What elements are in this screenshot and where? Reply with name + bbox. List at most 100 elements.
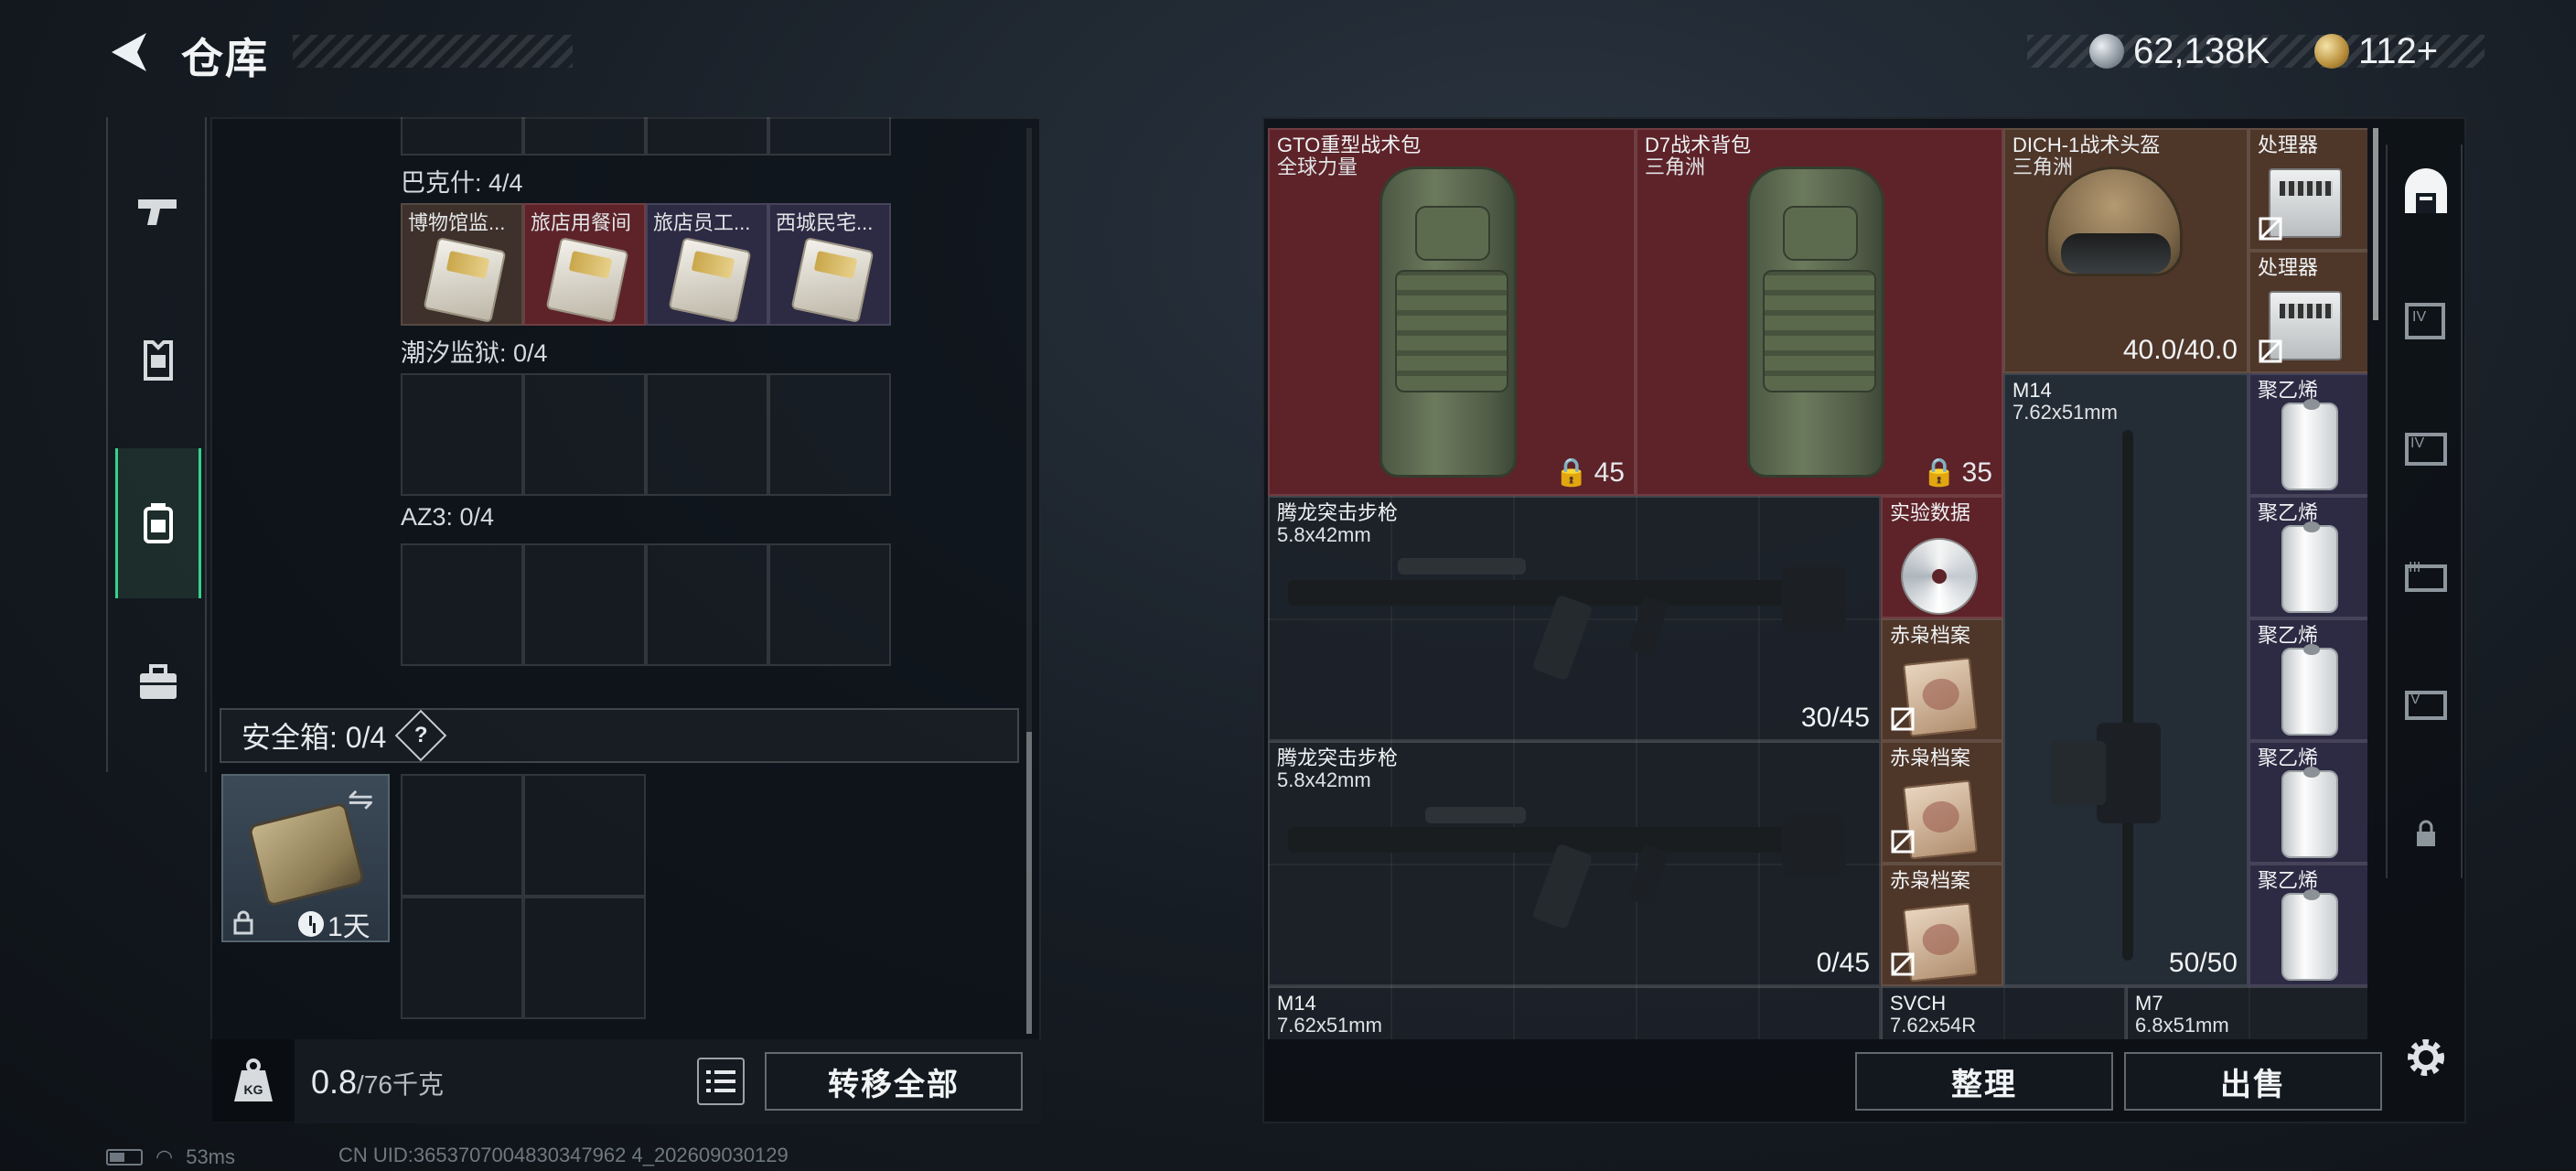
stash-item-m7[interactable]: M7 6.8x51mm	[2126, 986, 2367, 1039]
left-scrollbar-thumb[interactable]	[1026, 732, 1032, 1034]
stash-item-chixiao-file[interactable]: 赤枭档案	[1881, 618, 2003, 741]
stash-item-svch[interactable]: SVCH 7.62x54R	[1881, 986, 2126, 1039]
rail-armor-tab[interactable]	[115, 285, 201, 435]
item-title: GTO重型战术包	[1277, 134, 1422, 156]
rifle-image	[1288, 827, 1800, 853]
rail-case-tab[interactable]	[115, 607, 201, 757]
safe-box-label: 安全箱: 0/4	[242, 721, 387, 754]
key-card-slot[interactable]: 博物馆监...	[401, 203, 523, 326]
stash-item-chixiao-file[interactable]: 赤枭档案	[1881, 864, 2003, 986]
no-trade-icon	[1891, 952, 1915, 976]
help-button[interactable]: ?	[394, 709, 447, 762]
stash-item-polyethylene[interactable]: 聚乙烯	[2249, 741, 2367, 864]
ammo-count: 0/45	[1816, 948, 1870, 978]
transfer-all-button[interactable]: 转移全部	[765, 1052, 1023, 1111]
spool-image	[2281, 644, 2338, 736]
svg-text:III: III	[2409, 560, 2420, 575]
stash-page-3-tab[interactable]: IV	[2397, 419, 2455, 478]
category-rail	[106, 117, 207, 772]
container-label-chaoxi: 潮汐监狱: 0/4	[401, 339, 548, 367]
empty-slot[interactable]	[646, 373, 768, 496]
item-title: 聚乙烯	[2258, 869, 2319, 892]
stash-item-polyethylene[interactable]: 聚乙烯	[2249, 618, 2367, 741]
no-trade-icon	[1891, 707, 1915, 731]
backpack-image	[1747, 167, 1884, 478]
rail-backpack-tab[interactable]	[115, 448, 201, 598]
stash-item-polyethylene[interactable]: 聚乙烯	[2249, 373, 2367, 496]
gear-icon[interactable]	[2400, 1032, 2452, 1083]
empty-slot[interactable]	[523, 543, 646, 666]
item-title: 聚乙烯	[2258, 379, 2319, 402]
currency-premium[interactable]: 112+	[2314, 27, 2438, 75]
container-row-chaoxi	[401, 373, 891, 496]
stash-item-polyethylene[interactable]: 聚乙烯	[2249, 496, 2367, 618]
stash-item-tenglong-rifle[interactable]: 腾龙突击步枪 5.8x42mm 30/45	[1268, 496, 1881, 741]
safe-box-slot[interactable]	[401, 774, 523, 897]
stash-item-processor[interactable]: 处理器	[2249, 251, 2367, 373]
stash-scrollbar[interactable]	[2373, 128, 2378, 320]
safe-box-slot[interactable]	[523, 897, 646, 1019]
stash-item-processor[interactable]: 处理器	[2249, 128, 2367, 251]
item-title: 赤枭档案	[1890, 747, 1971, 769]
stash-item-tenglong-rifle[interactable]: 腾龙突击步枪 5.8x42mm 0/45	[1268, 741, 1881, 986]
item-subtitle: 7.62x51mm	[1277, 1014, 1382, 1037]
rail-weapons-tab[interactable]	[115, 135, 201, 285]
currency-coins[interactable]: 62,138K	[2089, 27, 2270, 75]
stash-item-chixiao-file[interactable]: 赤枭档案	[1881, 741, 2003, 864]
container-row-partial	[401, 117, 891, 156]
lock-icon	[2417, 820, 2435, 846]
stash-item-experiment-data[interactable]: 实验数据	[1881, 496, 2003, 618]
spool-image	[2281, 889, 2338, 981]
container-slot[interactable]	[646, 117, 768, 156]
safe-box-slot[interactable]	[523, 774, 646, 897]
stash-page-1-tab[interactable]: V	[2397, 675, 2455, 734]
empty-slot[interactable]	[401, 543, 523, 666]
wifi-icon: ◠	[156, 1145, 174, 1168]
stash-item-polyethylene[interactable]: 聚乙烯	[2249, 864, 2367, 986]
key-card-slot[interactable]: 西城民宅...	[768, 203, 891, 326]
empty-slot[interactable]	[768, 543, 891, 666]
item-title: 聚乙烯	[2258, 747, 2319, 769]
rifle-part	[2051, 741, 2106, 805]
container-slot[interactable]	[401, 117, 523, 156]
safe-box-header: 安全箱: 0/4 ?	[220, 708, 1019, 763]
safe-box-timer: 1天	[298, 904, 370, 944]
stash-item-helmet[interactable]: DICH-1战术头盔 三角洲 40.0/40.0	[2003, 128, 2249, 373]
page-title: 仓库	[181, 35, 269, 82]
container-label-az3: AZ3: 0/4	[401, 503, 495, 531]
item-subtitle: 7.62x51mm	[2012, 401, 2118, 424]
stash-page-4-tab[interactable]: IV	[2397, 291, 2455, 349]
item-title: 处理器	[2258, 256, 2319, 279]
empty-slot[interactable]	[523, 373, 646, 496]
sell-button[interactable]: 出售	[2124, 1052, 2382, 1111]
warehouse-icon	[2405, 168, 2447, 213]
key-card-slot[interactable]: 旅店员工...	[646, 203, 768, 326]
item-title: 聚乙烯	[2258, 624, 2319, 647]
weight-icon: KG	[234, 1058, 273, 1101]
stash-page-all-tab[interactable]	[2397, 165, 2455, 223]
safe-box-case[interactable]: ⇋ 1天	[221, 774, 390, 942]
back-button[interactable]	[102, 26, 156, 79]
clock-icon	[298, 911, 324, 937]
empty-slot[interactable]	[646, 543, 768, 666]
capacity-value: 35	[1961, 457, 1992, 488]
rifle-part	[1531, 843, 1594, 930]
stash-item-gto-backpack[interactable]: GTO重型战术包 全球力量 🔒 45	[1268, 128, 1636, 496]
stash-item-m14[interactable]: M14 7.62x51mm	[1268, 986, 1881, 1039]
toolbox-icon	[140, 664, 177, 699]
stash-page-locked-tab[interactable]	[2397, 805, 2455, 864]
stash-page-2-tab[interactable]: III	[2397, 547, 2455, 606]
container-slot[interactable]	[523, 117, 646, 156]
stash-item-d7-backpack[interactable]: D7战术背包 三角洲 🔒 35	[1636, 128, 2003, 496]
rifle-part	[1782, 567, 1846, 631]
container-slot[interactable]	[768, 117, 891, 156]
sort-button[interactable]: 整理	[1855, 1052, 2113, 1111]
empty-slot[interactable]	[768, 373, 891, 496]
stash-item-m14[interactable]: M14 7.62x51mm 50/50	[2003, 373, 2249, 986]
safe-box-slot[interactable]	[401, 897, 523, 1019]
stash-page-3-icon: IV	[2405, 433, 2447, 466]
empty-slot[interactable]	[401, 373, 523, 496]
key-card-slot[interactable]: 旅店用餐间	[523, 203, 646, 326]
swap-icon[interactable]: ⇋	[348, 781, 374, 818]
list-view-button[interactable]	[697, 1058, 745, 1105]
